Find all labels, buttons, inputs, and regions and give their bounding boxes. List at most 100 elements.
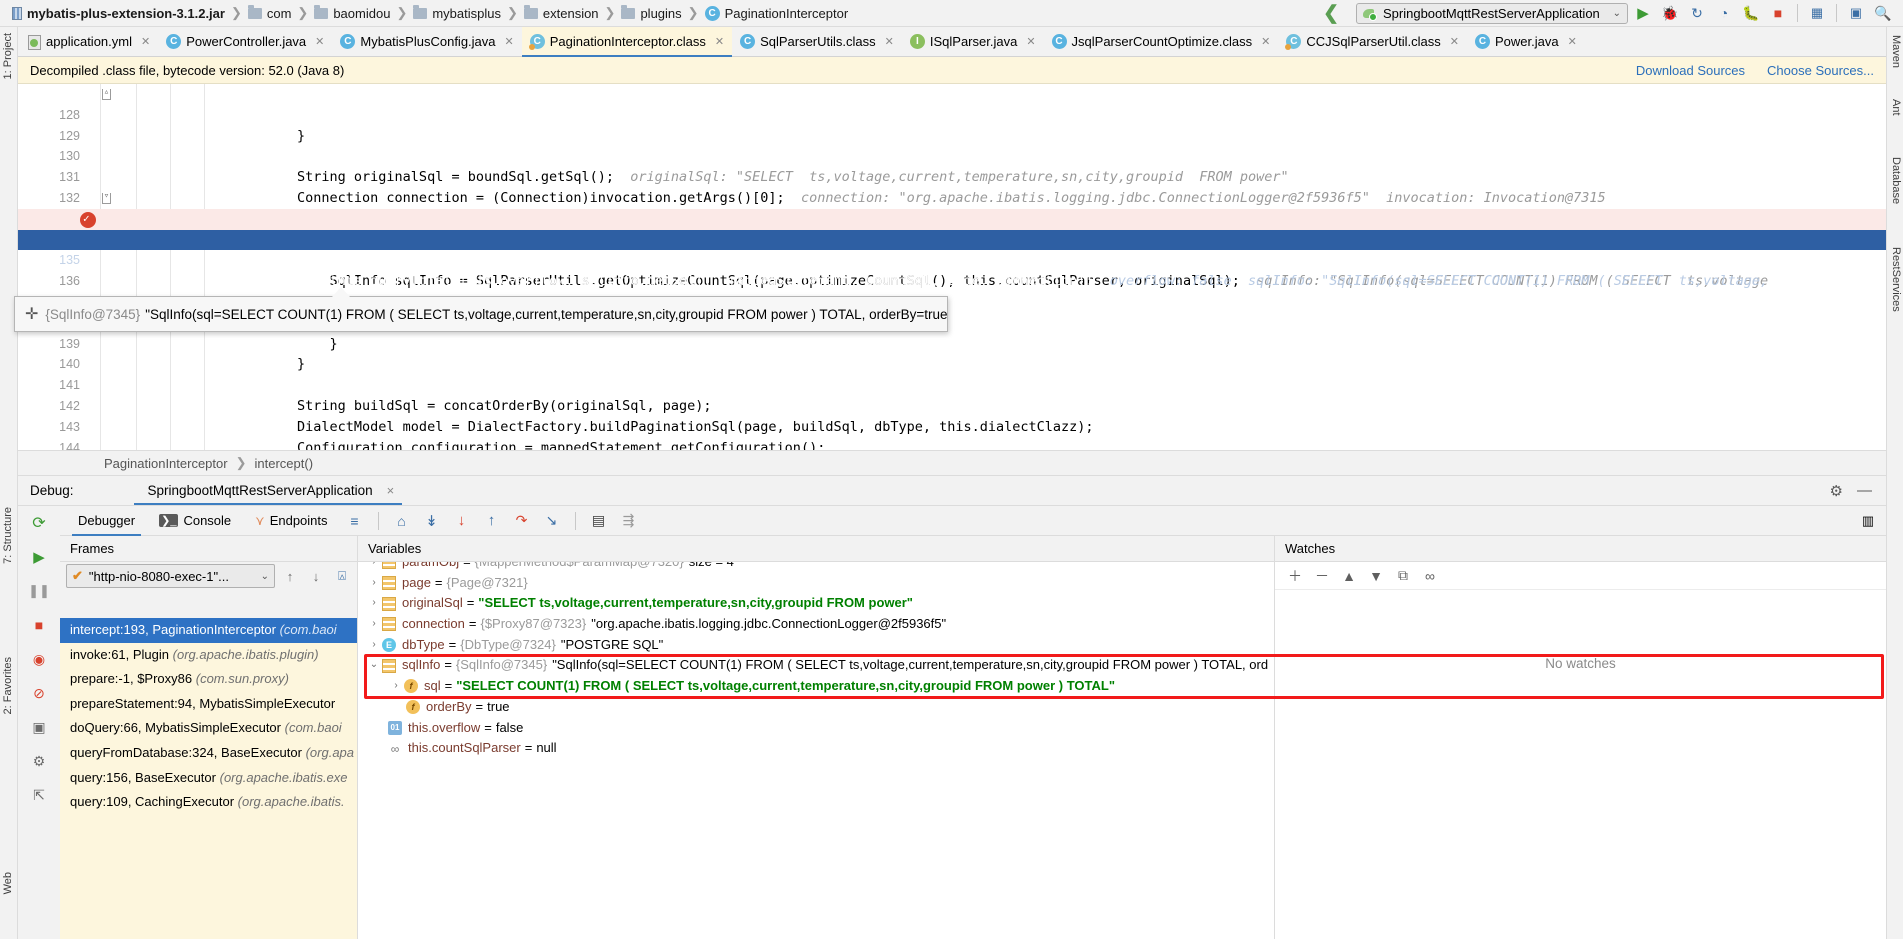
run-configuration-selector[interactable]: SpringbootMqttRestServerApplication ⌄ — [1356, 2, 1628, 24]
code-line[interactable]: 143 Configuration configuration = mapped… — [18, 396, 1886, 450]
tool-window-project[interactable]: 1: Project — [2, 33, 14, 79]
mute-breakpoints-toggle-icon[interactable]: ⇶ — [616, 508, 642, 534]
code-line[interactable]: 142 DialectModel model = DialectFactory.… — [18, 375, 1886, 435]
close-icon[interactable]: ✕ — [715, 35, 724, 48]
step-into-icon[interactable]: ↓ — [449, 508, 475, 534]
code-line-breakpoint[interactable]: 134 SqlInfo sqlInfo = SqlParserUtils.get… — [18, 208, 1886, 289]
attach-debugger-button[interactable]: 🐛 — [1739, 1, 1763, 25]
code-line[interactable]: 144 List<ParameterMapping> mappings = ne… — [18, 417, 1886, 450]
code-line[interactable]: 141 String buildSql = concatOrderBy(orig… — [18, 354, 1886, 414]
tab-sqlparserutils-class[interactable]: C SqlParserUtils.class ✕ — [732, 27, 902, 56]
show-execution-point-icon[interactable]: ⌂ — [389, 508, 415, 534]
breakpoint-icon[interactable] — [80, 209, 96, 230]
frame-row[interactable]: query:109, CachingExecutor (org.apache.i… — [60, 790, 357, 815]
tab-power-java[interactable]: C Power.java ✕ — [1467, 27, 1585, 56]
variable-row-sql-field[interactable]: › f sql = "SELECT COUNT(1) FROM ( SELECT… — [358, 676, 1274, 697]
close-icon[interactable]: ✕ — [885, 35, 894, 48]
tab-endpoints[interactable]: ⋎ Endpoints — [245, 506, 337, 536]
value-tooltip-popup[interactable]: ✛ {SqlInfo@7345} "SqlInfo(sql=SELECT COU… — [14, 296, 948, 332]
tab-ccjsqlparserutil-class[interactable]: C CCJSqlParserUtil.class ✕ — [1278, 27, 1467, 56]
mute-breakpoints-icon[interactable]: ⊘ — [18, 676, 60, 710]
expand-twisty-icon[interactable]: › — [366, 635, 382, 656]
breadcrumb-item-baomidou[interactable]: baomidou — [314, 4, 390, 21]
expand-twisty-icon[interactable]: › — [366, 562, 382, 573]
filter-frames-icon[interactable]: ⍓ — [331, 565, 353, 587]
navigate-back-icon[interactable]: ❮ — [1323, 2, 1339, 25]
tab-mybatisplusconfig-java[interactable]: C MybatisPlusConfig.java ✕ — [332, 27, 521, 56]
variable-row[interactable]: › E dbType = {DbType@7324} "POSTGRE SQL" — [358, 635, 1274, 656]
build-project-button[interactable]: ▦ — [1805, 1, 1829, 25]
code-line[interactable]: 145 Map<String, Object> additionalParame… — [18, 438, 1886, 450]
close-icon[interactable]: ✕ — [1026, 35, 1035, 48]
expand-twisty-icon[interactable]: › — [366, 614, 382, 635]
tool-window-favorites[interactable]: 2: Favorites — [2, 657, 14, 714]
code-line[interactable]: 128 } ▵ — [18, 84, 1886, 144]
run-to-cursor-icon[interactable]: ↘ — [539, 508, 565, 534]
move-watch-up-icon[interactable]: ▲ — [1337, 564, 1361, 588]
breadcrumb-method[interactable]: intercept() — [255, 456, 314, 471]
tool-window-ant[interactable]: Ant — [1890, 99, 1902, 116]
close-icon[interactable]: ✕ — [1261, 35, 1270, 48]
step-over-icon[interactable]: ↡ — [419, 508, 445, 534]
force-step-into-icon[interactable]: ↷ — [509, 508, 535, 534]
chevron-down-icon[interactable]: ⌄ — [1613, 8, 1621, 19]
camera-icon[interactable]: ▣ — [18, 710, 60, 744]
gear-icon[interactable]: ⚙ — [1830, 482, 1843, 500]
link-watch-icon[interactable]: ∞ — [1418, 564, 1442, 588]
breadcrumb-item-plugins[interactable]: plugins — [621, 4, 682, 21]
frame-row[interactable]: prepareStatement:94, MybatisSimpleExecut… — [60, 692, 357, 717]
variables-list[interactable]: › paramObj = {MapperMethod$ParamMap@7320… — [358, 562, 1274, 939]
move-watch-down-icon[interactable]: ▼ — [1364, 564, 1388, 588]
tab-jsqlparsercountoptimize-class[interactable]: C JsqlParserCountOptimize.class ✕ — [1044, 27, 1279, 56]
pin-icon[interactable]: ⇱ — [18, 778, 60, 812]
code-line[interactable]: 136 if (page.getTotal() <= 0L) { — [18, 250, 1886, 310]
code-line-current-execution[interactable]: 135 this.queryTotal(this.overflow, sqlIn… — [18, 229, 1886, 289]
frame-row[interactable]: intercept:193, PaginationInterceptor (co… — [60, 618, 357, 643]
expand-twisty-icon[interactable]: › — [366, 593, 382, 614]
breadcrumb-class[interactable]: PaginationInterceptor — [104, 456, 228, 471]
chevron-down-icon[interactable]: ⌄ — [261, 571, 269, 582]
frame-row[interactable]: prepare:-1, $Proxy86 (com.sun.proxy) — [60, 667, 357, 692]
close-icon[interactable]: ✕ — [141, 35, 150, 48]
profile-button[interactable]: ◔ — [1712, 1, 1736, 25]
expand-twisty-icon[interactable]: › — [388, 676, 404, 697]
breadcrumb-item-class[interactable]: C PaginationInterceptor — [704, 5, 848, 21]
breadcrumb-item-mybatisplus[interactable]: mybatisplus — [413, 4, 501, 21]
tab-paginationinterceptor-class[interactable]: C PaginationInterceptor.class ✕ — [521, 27, 733, 57]
stop-button[interactable]: ■ — [1766, 1, 1790, 25]
frame-row[interactable]: invoke:61, Plugin (org.apache.ibatis.plu… — [60, 643, 357, 668]
variable-row-countsqlparser[interactable]: ∞ this.countSqlParser = null — [358, 738, 1274, 759]
minimize-icon[interactable]: — — [1857, 482, 1872, 500]
step-out-icon[interactable]: ↑ — [479, 508, 505, 534]
expand-twisty-icon[interactable]: › — [366, 573, 382, 594]
run-button[interactable]: ▶ — [1631, 1, 1655, 25]
restore-layout-icon[interactable]: ▥ — [1860, 508, 1886, 534]
frame-row[interactable]: queryFromDatabase:324, BaseExecutor (org… — [60, 741, 357, 766]
evaluate-expression-icon[interactable]: ▤ — [586, 508, 612, 534]
variable-row[interactable]: › page = {Page@7321} — [358, 573, 1274, 594]
download-sources-link[interactable]: Download Sources — [1636, 63, 1745, 78]
tab-isqlparser-java[interactable]: I ISqlParser.java ✕ — [902, 27, 1044, 56]
code-line[interactable]: 130 String originalSql = boundSql.getSql… — [18, 126, 1886, 185]
code-lines[interactable]: 128 } ▵ 129 130 String originalSql = bou… — [18, 84, 1886, 450]
tool-window-database[interactable]: Database — [1890, 157, 1902, 204]
tool-window-restservices[interactable]: RestServices — [1890, 247, 1902, 312]
pause-program-icon[interactable]: ❚❚ — [18, 574, 60, 608]
copy-watch-icon[interactable]: ⧉ — [1391, 564, 1415, 588]
run-with-coverage-button[interactable]: ↻ — [1685, 1, 1709, 25]
close-icon[interactable]: ✕ — [1450, 35, 1459, 48]
rerun-icon[interactable]: ⟳ — [18, 506, 60, 540]
terminal-button[interactable]: ▣ — [1844, 1, 1868, 25]
tab-application-yml[interactable]: application.yml ✕ — [18, 27, 158, 56]
code-editor[interactable]: 128 } ▵ 129 130 String originalSql = bou… — [18, 84, 1886, 450]
tab-powercontroller-java[interactable]: C PowerController.java ✕ — [158, 27, 332, 56]
variable-row[interactable]: › connection = {$Proxy87@7323} "org.apac… — [358, 614, 1274, 635]
choose-sources-link[interactable]: Choose Sources... — [1767, 63, 1874, 78]
resume-program-icon[interactable]: ▶ — [18, 540, 60, 574]
breadcrumb-item-com[interactable]: com — [247, 4, 291, 21]
tool-window-maven[interactable]: Maven — [1890, 35, 1902, 68]
tool-window-structure[interactable]: 7: Structure — [2, 507, 14, 564]
frame-row[interactable]: doQuery:66, MybatisSimpleExecutor (com.b… — [60, 716, 357, 741]
code-line[interactable]: 131 Connection connection = (Connection)… — [18, 146, 1886, 206]
remove-watch-icon[interactable]: － — [1310, 564, 1334, 588]
